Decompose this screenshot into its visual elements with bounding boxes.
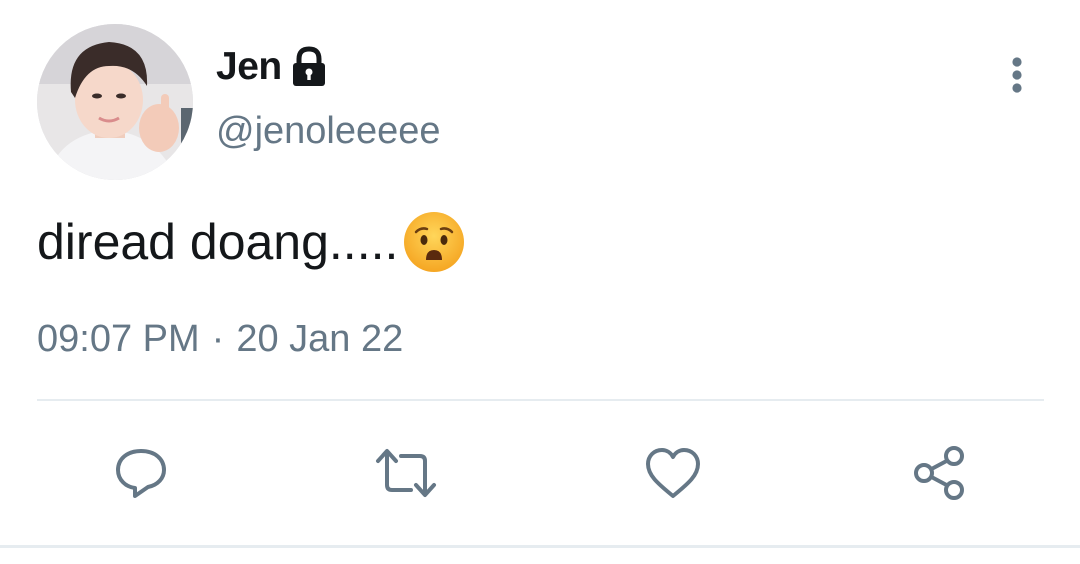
like-button[interactable]	[640, 440, 706, 506]
share-button[interactable]	[906, 440, 972, 506]
tweet-timestamp[interactable]: 09:07 PM · 20 Jan 22	[37, 318, 403, 361]
reply-button[interactable]	[108, 440, 174, 506]
tweet-date: 20 Jan 22	[236, 318, 404, 360]
author-name-row: Jen	[216, 42, 328, 92]
share-icon	[914, 446, 964, 500]
avatar[interactable]	[37, 24, 193, 180]
bottom-divider	[0, 545, 1080, 548]
timestamp-separator: ·	[211, 318, 225, 360]
tweet-card: Jen @jenoleeeee diread doang..... 09:07 …	[0, 0, 1080, 564]
retweet-icon	[376, 449, 436, 497]
display-name[interactable]: Jen	[216, 45, 282, 89]
avatar-photo	[37, 24, 193, 180]
tweet-text-row: diread doang.....	[37, 208, 466, 276]
action-bar	[0, 440, 1080, 506]
anguished-face-icon	[402, 210, 466, 274]
user-handle[interactable]: @jenoleeeee	[216, 110, 441, 153]
more-vertical-icon	[1012, 57, 1022, 93]
heart-icon	[646, 448, 700, 498]
lock-icon	[290, 46, 328, 88]
tweet-text: diread doang.....	[37, 214, 399, 270]
more-options-button[interactable]	[996, 52, 1038, 98]
reply-icon	[116, 449, 166, 498]
divider	[37, 399, 1044, 401]
retweet-button[interactable]	[373, 440, 439, 506]
tweet-time: 09:07 PM	[37, 318, 200, 360]
